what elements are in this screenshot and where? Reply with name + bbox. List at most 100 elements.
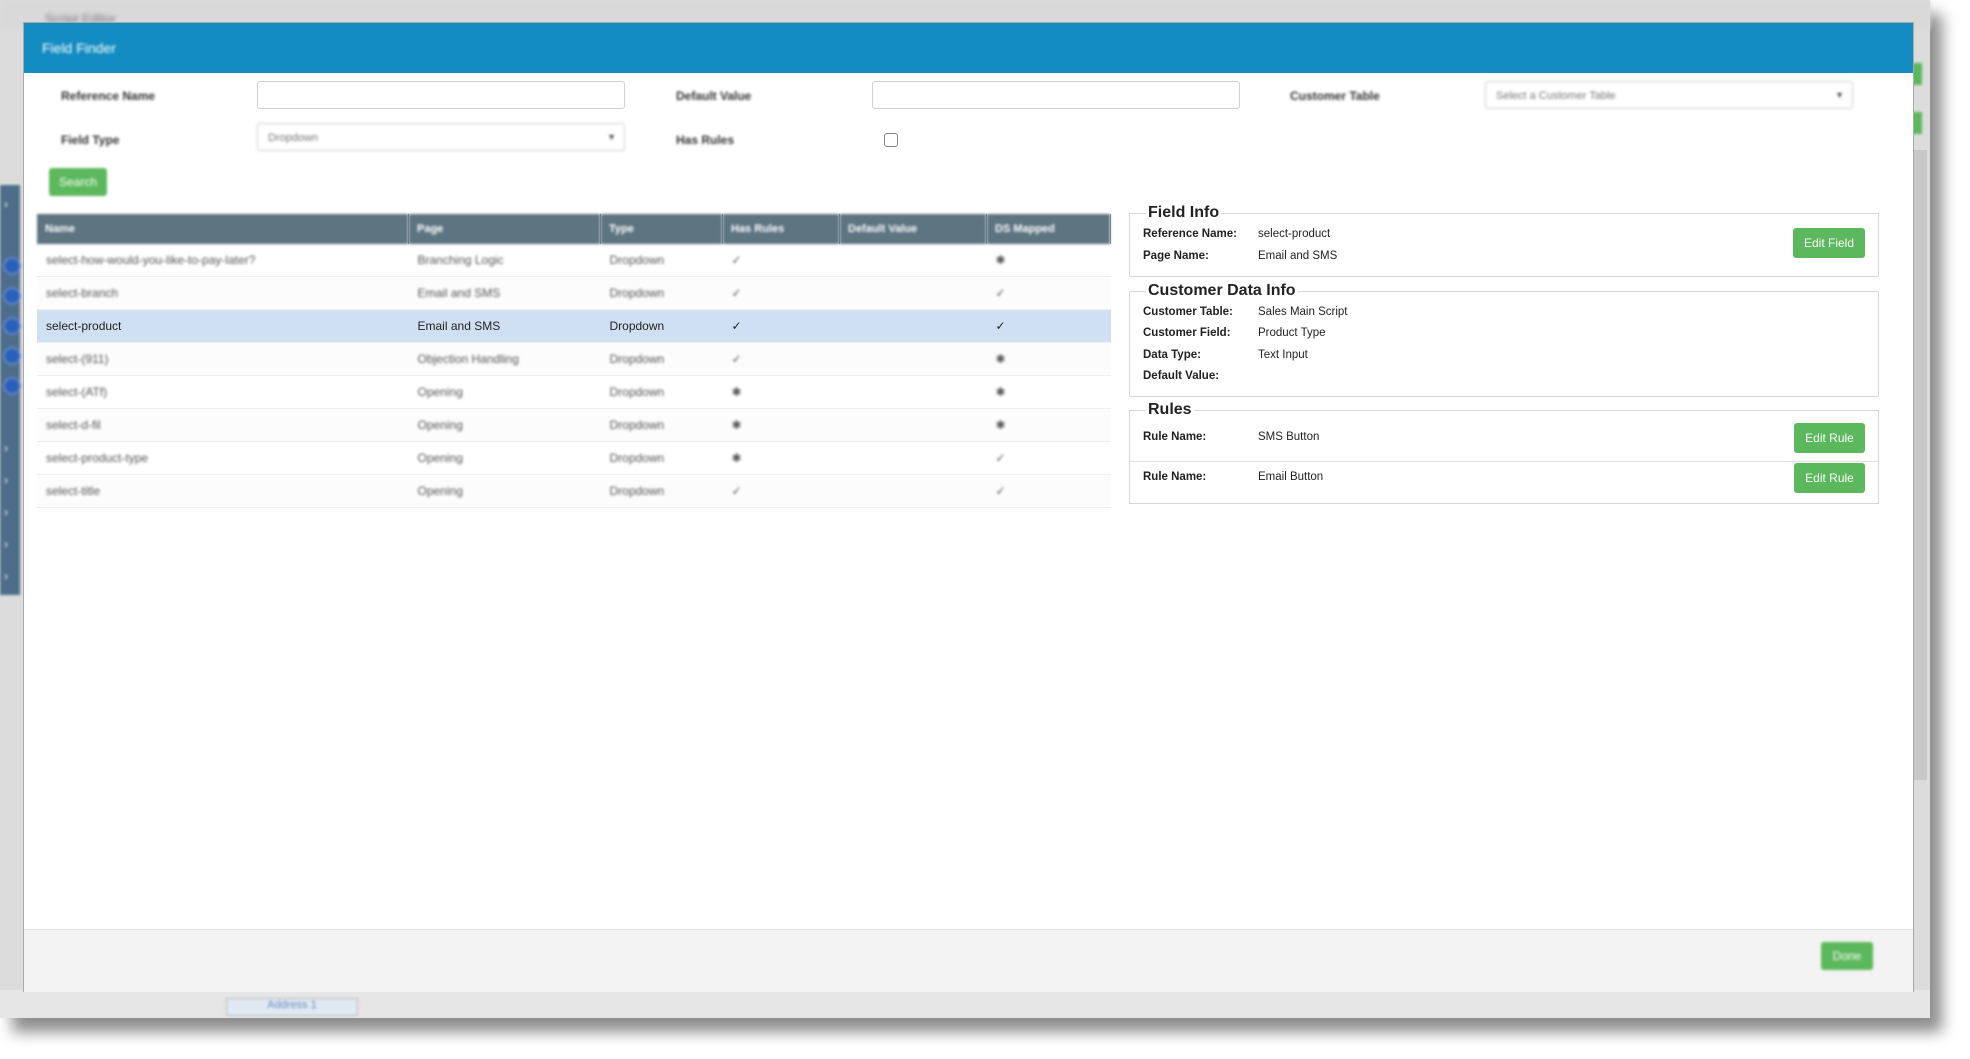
table-row[interactable]: select-branch Email and SMS Dropdown ✓ ✓ — [37, 276, 1111, 310]
globe-icon[interactable] — [3, 257, 21, 275]
table-row[interactable]: select-d-fil Opening Dropdown ✱ ✱ — [37, 408, 1111, 442]
cell-has-rules: ✱ — [722, 375, 840, 409]
modal-footer: Done — [24, 929, 1913, 992]
rules-panel: Rules Rule Name: SMS Button Edit Rule Ru… — [1129, 401, 1879, 504]
table-row-selected[interactable]: select-product Email and SMS Dropdown ✓ … — [37, 309, 1111, 343]
customer-field-value: Product Type — [1258, 327, 1326, 339]
cell-has-rules: ✱ — [722, 441, 840, 475]
table-row[interactable]: select-(911) Objection Handling Dropdown… — [37, 342, 1111, 376]
table-row[interactable]: select-product-type Opening Dropdown ✱ ✓ — [37, 441, 1111, 475]
modal-header: Field Finder — [24, 23, 1913, 73]
reference-name-input[interactable] — [257, 81, 625, 109]
field-type-select-text: Dropdown — [268, 132, 319, 144]
page-name-key: Page Name: — [1143, 250, 1209, 262]
chevron-right-icon[interactable]: › — [4, 197, 14, 211]
globe-icon[interactable] — [3, 347, 21, 365]
chevron-right-icon[interactable]: › — [4, 441, 14, 455]
chevron-right-icon[interactable]: › — [4, 473, 14, 487]
default-value-key: Default Value: — [1143, 370, 1220, 382]
globe-icon[interactable] — [3, 377, 21, 395]
edit-rule-button[interactable]: Edit Rule — [1794, 423, 1865, 453]
cell-name: select-product — [37, 309, 409, 343]
cell-page: Opening — [408, 474, 601, 508]
app-left-strip: › › › › › › — [0, 185, 21, 595]
default-value-label: Default Value — [676, 89, 752, 103]
search-button[interactable]: Search — [49, 168, 107, 196]
cell-name: select-(911) — [37, 342, 409, 376]
customer-table-label: Customer Table — [1290, 89, 1380, 103]
app-scrollbar[interactable] — [1913, 150, 1927, 780]
table-row[interactable]: select-how-would-you-like-to-pay-later? … — [37, 244, 1111, 277]
col-header-default-value[interactable]: Default Value — [839, 214, 987, 244]
has-rules-label: Has Rules — [676, 133, 735, 147]
cell-default-value — [839, 244, 987, 277]
globe-icon[interactable] — [3, 287, 21, 305]
globe-icon[interactable] — [3, 317, 21, 335]
customer-data-info-title: Customer Data Info — [1146, 282, 1298, 300]
data-type-key: Data Type: — [1143, 349, 1201, 361]
reference-name-key: Reference Name: — [1143, 228, 1237, 240]
cell-name: select-how-would-you-like-to-pay-later? — [37, 244, 409, 277]
cell-page: Opening — [408, 441, 601, 475]
rule-name-value: Email Button — [1258, 471, 1324, 483]
cell-type: Dropdown — [600, 408, 723, 442]
field-type-select[interactable]: Dropdown ▼ — [257, 123, 625, 151]
cell-type: Dropdown — [600, 441, 723, 475]
customer-table-select[interactable]: Select a Customer Table ▼ — [1485, 81, 1853, 109]
modal-title: Field Finder — [42, 40, 116, 56]
table-header-row: Name Page Type Has Rules Default Value D… — [37, 214, 1111, 244]
cell-type: Dropdown — [600, 276, 723, 310]
rules-title: Rules — [1146, 401, 1194, 419]
edit-field-button[interactable]: Edit Field — [1793, 228, 1865, 258]
col-header-ds-mapped[interactable]: DS Mapped — [986, 214, 1111, 244]
cell-page: Email and SMS — [408, 276, 601, 310]
cell-has-rules: ✓ — [722, 342, 840, 376]
cell-ds-mapped: ✱ — [986, 375, 1111, 409]
cell-ds-mapped: ✓ — [986, 309, 1111, 343]
rule-name-key: Rule Name: — [1143, 431, 1207, 443]
chevron-right-icon[interactable]: › — [4, 505, 14, 519]
rule-name-value: SMS Button — [1258, 431, 1320, 443]
col-header-page[interactable]: Page — [408, 214, 601, 244]
cell-ds-mapped: ✱ — [986, 244, 1111, 277]
col-header-has-rules[interactable]: Has Rules — [722, 214, 840, 244]
chevron-right-icon[interactable]: › — [4, 537, 14, 551]
customer-field-key: Customer Field: — [1143, 327, 1231, 339]
rule-divider — [1130, 461, 1878, 462]
cell-name: select-(ATf) — [37, 375, 409, 409]
cell-has-rules: ✓ — [722, 474, 840, 508]
cell-type: Dropdown — [600, 342, 723, 376]
has-rules-checkbox[interactable] — [884, 133, 898, 147]
results-table: Name Page Type Has Rules Default Value D… — [37, 214, 1111, 508]
col-header-type[interactable]: Type — [600, 214, 723, 244]
cell-ds-mapped: ✱ — [986, 342, 1111, 376]
cell-type: Dropdown — [600, 375, 723, 409]
field-finder-modal: Field Finder Reference Name Default Valu… — [23, 22, 1914, 992]
cell-has-rules: ✓ — [722, 244, 840, 277]
cell-page: Branching Logic — [408, 244, 601, 277]
chevron-down-icon: ▼ — [607, 132, 616, 142]
page-name-value: Email and SMS — [1258, 250, 1338, 262]
reference-name-label: Reference Name — [61, 89, 156, 103]
cell-ds-mapped: ✓ — [986, 441, 1111, 475]
cell-default-value — [839, 375, 987, 409]
chevron-right-icon[interactable]: › — [4, 569, 14, 583]
cell-page: Objection Handling — [408, 342, 601, 376]
col-header-name[interactable]: Name — [37, 214, 409, 244]
table-row[interactable]: select-(ATf) Opening Dropdown ✱ ✱ — [37, 375, 1111, 409]
cell-default-value — [839, 342, 987, 376]
done-button[interactable]: Done — [1821, 942, 1873, 970]
cell-name: select-d-fil — [37, 408, 409, 442]
data-type-value: Text Input — [1258, 349, 1308, 361]
table-row[interactable]: select-title Opening Dropdown ✓ ✓ — [37, 474, 1111, 508]
edit-rule-button[interactable]: Edit Rule — [1794, 463, 1865, 493]
cell-has-rules: ✓ — [722, 276, 840, 310]
cell-name: select-title — [37, 474, 409, 508]
customer-table-select-text: Select a Customer Table — [1496, 90, 1616, 102]
default-value-input[interactable] — [872, 81, 1240, 109]
customer-table-value: Sales Main Script — [1258, 306, 1348, 318]
app-bottom-tab[interactable]: Address 1 — [226, 998, 358, 1016]
cell-page: Opening — [408, 408, 601, 442]
cell-ds-mapped: ✱ — [986, 408, 1111, 442]
chevron-down-icon: ▼ — [1835, 90, 1844, 100]
